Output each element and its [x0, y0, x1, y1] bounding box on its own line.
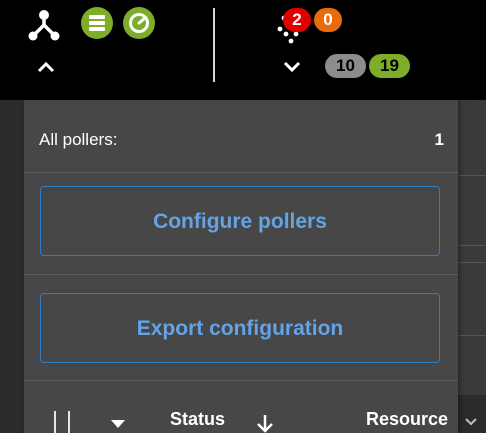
background-row-divider: [458, 245, 486, 246]
resource-sort-chevron-down-icon[interactable]: [464, 417, 478, 427]
background-row-divider: [458, 262, 486, 263]
critical-count-badge[interactable]: 2: [283, 8, 311, 32]
database-status-icon[interactable]: [80, 6, 114, 40]
table-header-row: Status Resource: [24, 395, 486, 433]
top-header-bar: 2 0 10 19: [0, 0, 486, 100]
pollers-count: 1: [434, 130, 444, 149]
background-row-divider: [458, 335, 486, 336]
export-configuration-button[interactable]: Export configuration: [40, 293, 440, 363]
select-all-checkbox[interactable]: [54, 411, 70, 433]
chevron-down-icon[interactable]: [282, 60, 302, 74]
ok-count-badge[interactable]: 19: [369, 54, 410, 78]
pollers-dropdown-panel: All pollers: 1 Configure pollers Export …: [24, 100, 458, 433]
warning-count-badge[interactable]: 0: [314, 8, 342, 32]
status-column-header[interactable]: Status: [170, 409, 225, 430]
header-divider: [213, 8, 215, 82]
panel-divider: [24, 380, 458, 381]
configure-pollers-button[interactable]: Configure pollers: [40, 186, 440, 256]
background-table-edge: [458, 100, 486, 395]
background-row-divider: [458, 175, 486, 176]
panel-divider: [24, 274, 458, 275]
latency-gauge-icon[interactable]: [122, 6, 156, 40]
arrow-down-icon[interactable]: [256, 413, 274, 433]
unknown-count-badge[interactable]: 10: [325, 54, 366, 78]
poller-topology-icon[interactable]: [28, 6, 60, 44]
all-pollers-label: All pollers:: [39, 130, 118, 149]
chevron-up-icon[interactable]: [36, 60, 56, 74]
resource-column-header[interactable]: Resource: [366, 409, 448, 430]
select-options-chevron-down-icon[interactable]: [110, 419, 126, 429]
pollers-summary-row: All pollers: 1: [24, 100, 458, 173]
